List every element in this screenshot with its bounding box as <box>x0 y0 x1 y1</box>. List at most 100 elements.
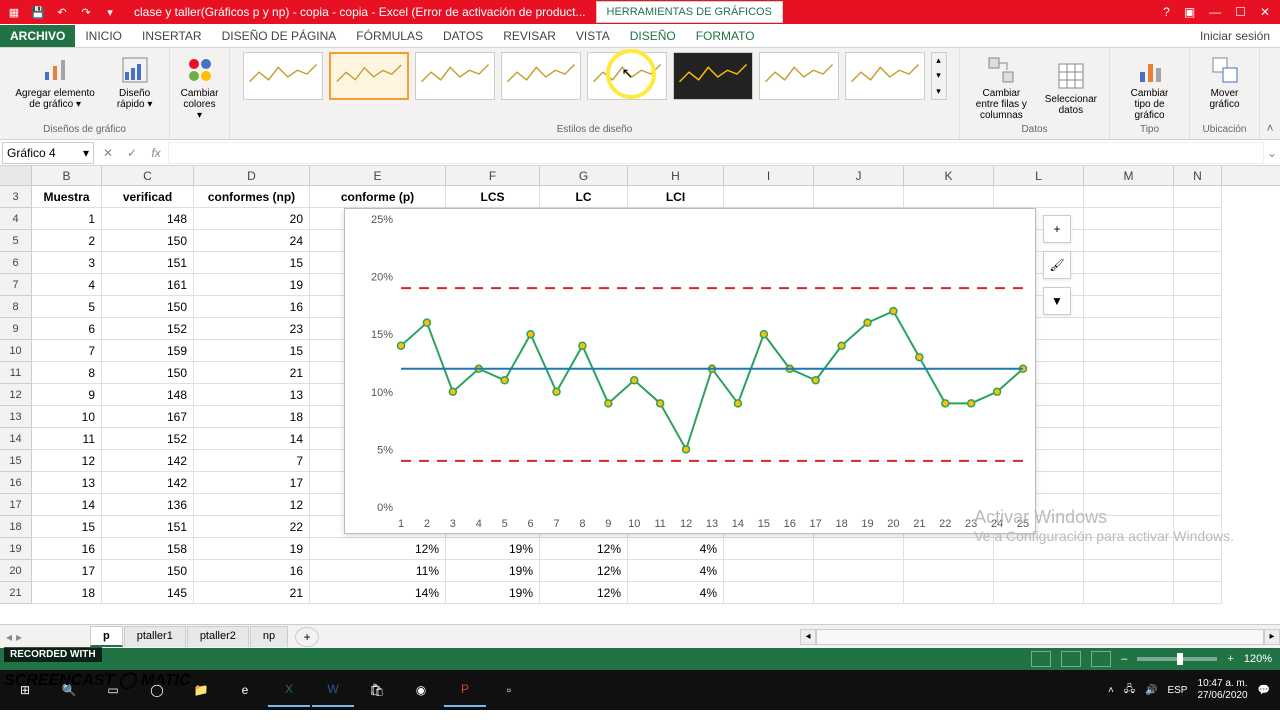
powerpoint-icon[interactable]: P <box>444 673 486 707</box>
cell[interactable]: 13 <box>32 472 102 494</box>
cell[interactable]: 14 <box>32 494 102 516</box>
cell[interactable] <box>1174 472 1222 494</box>
chart-style-4[interactable] <box>501 52 581 100</box>
cell[interactable]: 12% <box>540 560 628 582</box>
cell[interactable]: 24 <box>194 230 310 252</box>
cell[interactable]: LCI <box>628 186 724 208</box>
col-header-C[interactable]: C <box>102 166 194 185</box>
cell[interactable] <box>724 186 814 208</box>
tab-diseño[interactable]: DISEÑO <box>620 25 686 47</box>
cell[interactable] <box>1084 560 1174 582</box>
chart-styles-button[interactable]: 🖌 <box>1043 251 1071 279</box>
cell[interactable]: 152 <box>102 318 194 340</box>
cell[interactable]: 18 <box>32 582 102 604</box>
cell[interactable]: 12% <box>540 582 628 604</box>
cell[interactable]: 5 <box>32 296 102 318</box>
app-icon[interactable]: ▫ <box>488 673 530 707</box>
cell[interactable] <box>1174 582 1222 604</box>
cell[interactable]: 21 <box>194 362 310 384</box>
cell[interactable] <box>1084 340 1174 362</box>
cell[interactable] <box>904 186 994 208</box>
row-header[interactable]: 9 <box>0 318 32 340</box>
col-header-J[interactable]: J <box>814 166 904 185</box>
select-all-corner[interactable] <box>0 166 32 185</box>
signin-link[interactable]: Iniciar sesión <box>1190 25 1280 47</box>
col-header-I[interactable]: I <box>724 166 814 185</box>
cell[interactable]: 145 <box>102 582 194 604</box>
spreadsheet-grid[interactable]: BCDEFGHIJKLMN 3Muestraverificadconformes… <box>0 166 1280 624</box>
tray-up-icon[interactable]: ˄ <box>1108 685 1114 696</box>
cell[interactable]: 150 <box>102 560 194 582</box>
chart-style-3[interactable] <box>415 52 495 100</box>
zoom-out-icon[interactable]: – <box>1121 653 1127 665</box>
cell[interactable] <box>1084 208 1174 230</box>
cell[interactable] <box>994 582 1084 604</box>
cell[interactable] <box>1174 296 1222 318</box>
cell[interactable]: 159 <box>102 340 194 362</box>
tab-diseño de página[interactable]: DISEÑO DE PÁGINA <box>212 25 347 47</box>
cell[interactable]: 7 <box>32 340 102 362</box>
cell[interactable]: 12% <box>540 538 628 560</box>
maximize-icon[interactable]: ☐ <box>1235 5 1246 19</box>
cell[interactable]: 15 <box>194 340 310 362</box>
row-header[interactable]: 10 <box>0 340 32 362</box>
cell[interactable] <box>1174 252 1222 274</box>
volume-icon[interactable]: 🔊 <box>1145 685 1157 696</box>
cell[interactable] <box>1084 428 1174 450</box>
qat-more-icon[interactable]: ▾ <box>102 4 118 20</box>
hscroll-track[interactable] <box>816 629 1264 645</box>
cell[interactable]: 1 <box>32 208 102 230</box>
cell[interactable]: 4% <box>628 560 724 582</box>
cell[interactable] <box>1084 230 1174 252</box>
cell[interactable] <box>814 186 904 208</box>
chart-style-6[interactable] <box>673 52 753 100</box>
change-chart-type-button[interactable]: Cambiar tipo de gráfico <box>1118 52 1181 123</box>
col-header-L[interactable]: L <box>994 166 1084 185</box>
cell[interactable]: 151 <box>102 516 194 538</box>
zoom-slider[interactable] <box>1137 657 1217 661</box>
cell[interactable] <box>1084 450 1174 472</box>
cell[interactable] <box>1084 472 1174 494</box>
cell[interactable]: 19% <box>446 582 540 604</box>
cell[interactable]: conforme (p) <box>310 186 446 208</box>
cell[interactable]: 151 <box>102 252 194 274</box>
row-header[interactable]: 18 <box>0 516 32 538</box>
hscroll-left-icon[interactable]: ◂ <box>800 629 816 645</box>
cell[interactable] <box>724 560 814 582</box>
row-header[interactable]: 15 <box>0 450 32 472</box>
network-icon[interactable]: 🖧 <box>1124 682 1135 699</box>
cell[interactable]: 7 <box>194 450 310 472</box>
row-header[interactable]: 12 <box>0 384 32 406</box>
style-gallery-more[interactable]: ▴▾▾ <box>931 52 947 100</box>
row-header[interactable]: 17 <box>0 494 32 516</box>
cell[interactable]: 12 <box>32 450 102 472</box>
cell[interactable]: Muestra <box>32 186 102 208</box>
collapse-ribbon-icon[interactable]: ˄ <box>1260 48 1280 139</box>
row-header[interactable]: 6 <box>0 252 32 274</box>
zoom-level[interactable]: 120% <box>1244 653 1272 665</box>
cell[interactable]: 15 <box>32 516 102 538</box>
tab-formato[interactable]: FORMATO <box>686 25 765 47</box>
tab-vista[interactable]: VISTA <box>566 25 620 47</box>
cell[interactable]: 12% <box>310 538 446 560</box>
cell[interactable] <box>1084 582 1174 604</box>
col-header-M[interactable]: M <box>1084 166 1174 185</box>
sheet-nav-last-icon[interactable]: ▸ <box>16 630 22 644</box>
chart-style-2[interactable] <box>329 52 409 100</box>
row-header[interactable]: 3 <box>0 186 32 208</box>
cell[interactable]: 148 <box>102 208 194 230</box>
cell[interactable]: 14% <box>310 582 446 604</box>
cell[interactable] <box>1084 406 1174 428</box>
cell[interactable]: 150 <box>102 230 194 252</box>
formula-input[interactable] <box>168 142 1264 164</box>
quick-layout-button[interactable]: Diseño rápido ▾ <box>108 52 161 112</box>
cell[interactable]: 150 <box>102 362 194 384</box>
cell[interactable] <box>814 560 904 582</box>
switch-rowcol-button[interactable]: Cambiar entre filas y columnas <box>968 52 1035 123</box>
cell[interactable] <box>994 186 1084 208</box>
row-header[interactable]: 8 <box>0 296 32 318</box>
cell[interactable] <box>1174 384 1222 406</box>
language-indicator[interactable]: ESP <box>1167 685 1187 696</box>
add-sheet-button[interactable]: + <box>295 627 319 647</box>
edge-icon[interactable]: e <box>224 673 266 707</box>
